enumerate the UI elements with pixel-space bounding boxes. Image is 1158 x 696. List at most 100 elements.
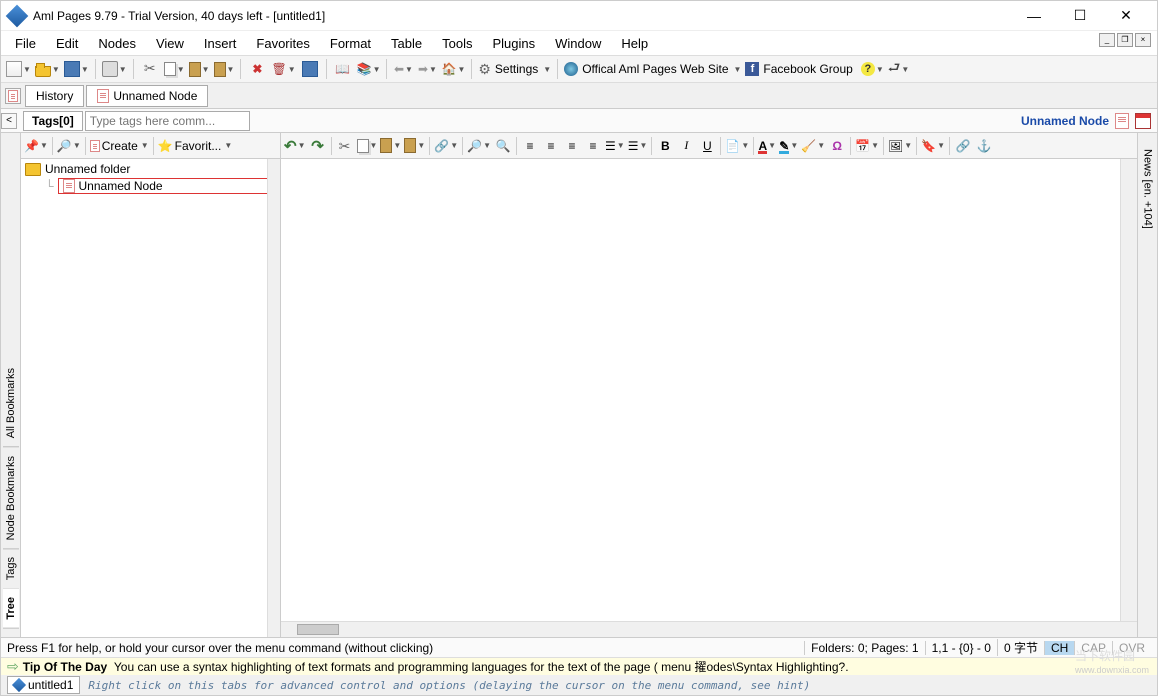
char-button[interactable]: Ω — [827, 136, 847, 156]
vtab-node-bookmarks[interactable]: Node Bookmarks — [3, 448, 19, 549]
bookmark-button[interactable]: 🔖▼ — [920, 136, 946, 156]
open-button[interactable]: ▼ — [34, 58, 61, 80]
website-button[interactable]: Offical Aml Pages Web Site▼ — [563, 58, 742, 80]
tree-create-button[interactable]: Create▼ — [89, 136, 150, 156]
date-button[interactable]: 📅▼ — [854, 136, 880, 156]
redo-button[interactable]: ↷ — [308, 136, 328, 156]
mdi-minimize[interactable]: _ — [1099, 33, 1115, 47]
trash-button[interactable]: 🗑▼ — [270, 58, 296, 80]
doc-hint: Right click on this tabs for advanced co… — [88, 679, 810, 692]
tags-input[interactable] — [85, 111, 250, 131]
tree-folder-label: Unnamed folder — [45, 162, 130, 176]
image-button[interactable]: 🖼▼ — [887, 136, 913, 156]
vtab-all-bookmarks[interactable]: All Bookmarks — [3, 360, 19, 447]
facebook-button[interactable]: fFacebook Group — [744, 58, 857, 80]
node-title-label: Unnamed Node — [1021, 113, 1157, 129]
cut-button[interactable]: ✂ — [139, 58, 161, 80]
font-color-button[interactable]: A▼ — [757, 136, 777, 156]
horizontal-scrollbar[interactable] — [281, 621, 1137, 637]
eraser-button[interactable]: 🧹▼ — [800, 136, 826, 156]
vtab-tags[interactable]: Tags — [3, 549, 19, 589]
help-button[interactable]: ?▼ — [860, 58, 885, 80]
menu-favorites[interactable]: Favorites — [246, 34, 319, 53]
page-icon — [63, 179, 75, 193]
menu-view[interactable]: View — [146, 34, 194, 53]
highlight-button[interactable]: ✎▼ — [778, 136, 799, 156]
tip-text: You can use a syntax highlighting of tex… — [114, 658, 849, 675]
copy-button[interactable]: ▼ — [163, 58, 186, 80]
tree-folder[interactable]: Unnamed folder — [23, 161, 278, 177]
document-tabs: History Unnamed Node — [1, 83, 1157, 109]
settings-button[interactable]: ⚙Settings▼ — [477, 58, 552, 80]
align-center-button[interactable]: ≡ — [541, 136, 561, 156]
status-cap: CAP — [1074, 641, 1112, 655]
menu-help[interactable]: Help — [611, 34, 658, 53]
status-ch[interactable]: CH — [1044, 641, 1074, 655]
align-right-button[interactable]: ≡ — [562, 136, 582, 156]
find-button[interactable]: 🔎▼ — [466, 136, 492, 156]
forward-button[interactable]: ➡▼ — [416, 58, 438, 80]
tree-favorite-button[interactable]: ⭐Favorit...▼ — [157, 136, 234, 156]
home-button[interactable]: 🏠▼ — [440, 58, 466, 80]
italic-button[interactable]: I — [676, 136, 696, 156]
delete-button[interactable]: ✖ — [246, 58, 268, 80]
menu-table[interactable]: Table — [381, 34, 432, 53]
close-button[interactable]: ✕ — [1103, 1, 1149, 31]
editor-area[interactable] — [281, 159, 1137, 621]
ed-paste2-button[interactable]: ▼ — [403, 136, 426, 156]
save-disk-button[interactable] — [299, 58, 321, 80]
align-left-button[interactable]: ≡ — [520, 136, 540, 156]
list-ol-button[interactable]: ☰▼ — [627, 136, 649, 156]
tags-count-button[interactable]: Tags[0] — [23, 111, 83, 131]
save-button[interactable]: ▼ — [63, 58, 90, 80]
maximize-button[interactable]: ☐ — [1057, 1, 1103, 31]
book-list-button[interactable]: 📚▼ — [356, 58, 382, 80]
tree-view[interactable]: Unnamed folder └ Unnamed Node — [21, 159, 280, 637]
back-button[interactable]: ⬅▼ — [392, 58, 414, 80]
menu-tools[interactable]: Tools — [432, 34, 482, 53]
menu-file[interactable]: File — [5, 34, 46, 53]
menu-insert[interactable]: Insert — [194, 34, 247, 53]
menu-nodes[interactable]: Nodes — [88, 34, 146, 53]
menu-window[interactable]: Window — [545, 34, 611, 53]
tree-node-selected[interactable]: └ Unnamed Node — [23, 177, 278, 195]
menu-edit[interactable]: Edit — [46, 34, 88, 53]
print-button[interactable]: ▼ — [101, 58, 128, 80]
vtab-tree[interactable]: Tree — [3, 589, 19, 629]
underline-button[interactable]: U — [697, 136, 717, 156]
bold-button[interactable]: B — [655, 136, 675, 156]
page-icon — [1115, 113, 1129, 129]
undo-button[interactable]: ↶▼ — [283, 136, 307, 156]
paste-button[interactable]: ▼ — [188, 58, 211, 80]
menu-format[interactable]: Format — [320, 34, 381, 53]
menu-plugins[interactable]: Plugins — [482, 34, 545, 53]
doc-tab-untitled[interactable]: untitled1 — [7, 676, 80, 694]
mdi-restore[interactable]: ❐ — [1117, 33, 1133, 47]
tab-history[interactable]: History — [25, 85, 84, 107]
tree-pin-button[interactable]: 📌▼ — [23, 136, 49, 156]
anchor-button[interactable]: ⚓ — [974, 136, 994, 156]
tip-title: Tip Of The Day — [23, 660, 107, 674]
doc-icon — [12, 678, 26, 692]
tags-prev[interactable]: < — [1, 113, 17, 129]
goto-button[interactable]: 🔍 — [493, 136, 513, 156]
new-button[interactable]: ▼ — [5, 58, 32, 80]
paste-arrow-button[interactable]: ▼ — [213, 58, 236, 80]
list-ul-button[interactable]: ☰▼ — [604, 136, 626, 156]
book-button[interactable]: 📖 — [332, 58, 354, 80]
tab-page-icon[interactable] — [5, 88, 21, 104]
align-justify-button[interactable]: ≡ — [583, 136, 603, 156]
mdi-close[interactable]: × — [1135, 33, 1151, 47]
tree-find-button[interactable]: 🔎▼ — [56, 136, 82, 156]
hyperlink-button[interactable]: 🔗 — [953, 136, 973, 156]
link-button[interactable]: 🔗▼ — [433, 136, 459, 156]
style-button[interactable]: 📄▼ — [724, 136, 750, 156]
minimize-button[interactable]: — — [1011, 1, 1057, 31]
calendar-icon[interactable] — [1135, 113, 1151, 129]
tab-current-node[interactable]: Unnamed Node — [86, 85, 208, 107]
enter-button[interactable]: ⮐▼ — [887, 58, 911, 80]
vtab-news[interactable]: News [en. +104] — [1140, 141, 1156, 237]
ed-cut-button[interactable]: ✂ — [335, 136, 355, 156]
ed-copy-button[interactable]: ▼ — [356, 136, 379, 156]
ed-paste-button[interactable]: ▼ — [379, 136, 402, 156]
